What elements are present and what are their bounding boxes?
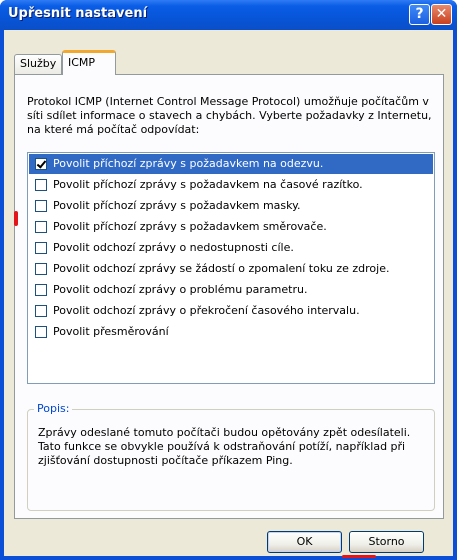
tab-sluzby[interactable]: Služby bbox=[14, 54, 62, 74]
icmp-tab-panel: Protokol ICMP (Internet Control Message … bbox=[14, 74, 444, 519]
option-label: Povolit přesměrování bbox=[53, 325, 169, 338]
intro-text: Protokol ICMP (Internet Control Message … bbox=[27, 95, 432, 136]
option-row-destination-unreachable[interactable]: Povolit odchozí zprávy o nedostupnosti c… bbox=[29, 238, 433, 258]
option-row-source-quench[interactable]: Povolit odchozí zprávy se žádostí o zpom… bbox=[29, 259, 433, 279]
option-row-timestamp-request[interactable]: Povolit příchozí zprávy s požadavkem na … bbox=[29, 175, 433, 195]
tab-sluzby-label: Služby bbox=[20, 57, 57, 70]
option-label: Povolit odchozí zprávy o překročení časo… bbox=[53, 304, 360, 317]
title-bar[interactable]: Upřesnit nastavení ? ✕ bbox=[0, 0, 457, 30]
option-checkbox[interactable] bbox=[35, 179, 47, 191]
option-label: Povolit příchozí zprávy s požadavkem mas… bbox=[53, 199, 301, 212]
option-row-router-request[interactable]: Povolit příchozí zprávy s požadavkem smě… bbox=[29, 217, 433, 237]
option-checkbox[interactable] bbox=[35, 305, 47, 317]
option-checkbox[interactable] bbox=[35, 221, 47, 233]
option-row-parameter-problem[interactable]: Povolit odchozí zprávy o problému parame… bbox=[29, 280, 433, 300]
option-checkbox[interactable] bbox=[35, 200, 47, 212]
option-row-echo-request[interactable]: Povolit příchozí zprávy s požadavkem na … bbox=[29, 154, 433, 174]
option-row-time-exceeded[interactable]: Povolit odchozí zprávy o překročení časo… bbox=[29, 301, 433, 321]
option-label: Povolit příchozí zprávy s požadavkem na … bbox=[53, 157, 324, 170]
close-button[interactable]: ✕ bbox=[431, 4, 452, 25]
option-checkbox[interactable] bbox=[35, 158, 47, 170]
window-title: Upřesnit nastavení bbox=[8, 6, 148, 21]
close-icon: ✕ bbox=[435, 6, 448, 22]
option-label: Povolit odchozí zprávy o problému parame… bbox=[53, 283, 308, 296]
description-text: Zprávy odeslané tomuto počítači budou op… bbox=[38, 426, 411, 467]
icmp-options-list[interactable]: Povolit příchozí zprávy s požadavkem na … bbox=[27, 152, 435, 384]
option-row-redirect[interactable]: Povolit přesměrování bbox=[29, 322, 433, 342]
tab-icmp[interactable]: ICMP bbox=[62, 50, 116, 75]
cancel-button[interactable]: Storno bbox=[349, 531, 424, 553]
ok-button[interactable]: OK bbox=[267, 531, 342, 553]
option-label: Povolit odchozí zprávy se žádostí o zpom… bbox=[53, 262, 390, 275]
option-checkbox[interactable] bbox=[35, 284, 47, 296]
help-button[interactable]: ? bbox=[409, 4, 430, 25]
description-legend: Popis: bbox=[34, 402, 73, 415]
option-label: Povolit příchozí zprávy s požadavkem na … bbox=[53, 178, 363, 191]
ok-button-marker bbox=[342, 555, 376, 558]
dialog-client-area: Služby ICMP Protokol ICMP (Internet Cont… bbox=[4, 30, 453, 558]
option-checkbox[interactable] bbox=[35, 326, 47, 338]
description-group: Popis: Zprávy odeslané tomuto počítači b… bbox=[27, 402, 435, 511]
option-checkbox[interactable] bbox=[35, 263, 47, 275]
option-label: Povolit příchozí zprávy s požadavkem smě… bbox=[53, 220, 327, 233]
option-label: Povolit odchozí zprávy o nedostupnosti c… bbox=[53, 241, 294, 254]
help-icon: ? bbox=[415, 6, 424, 22]
dialog-window: Upřesnit nastavení ? ✕ Služby ICMP Proto… bbox=[0, 0, 457, 560]
option-checkbox[interactable] bbox=[35, 242, 47, 254]
focus-marker bbox=[14, 211, 18, 226]
tab-icmp-label: ICMP bbox=[68, 56, 96, 69]
option-row-mask-request[interactable]: Povolit příchozí zprávy s požadavkem mas… bbox=[29, 196, 433, 216]
